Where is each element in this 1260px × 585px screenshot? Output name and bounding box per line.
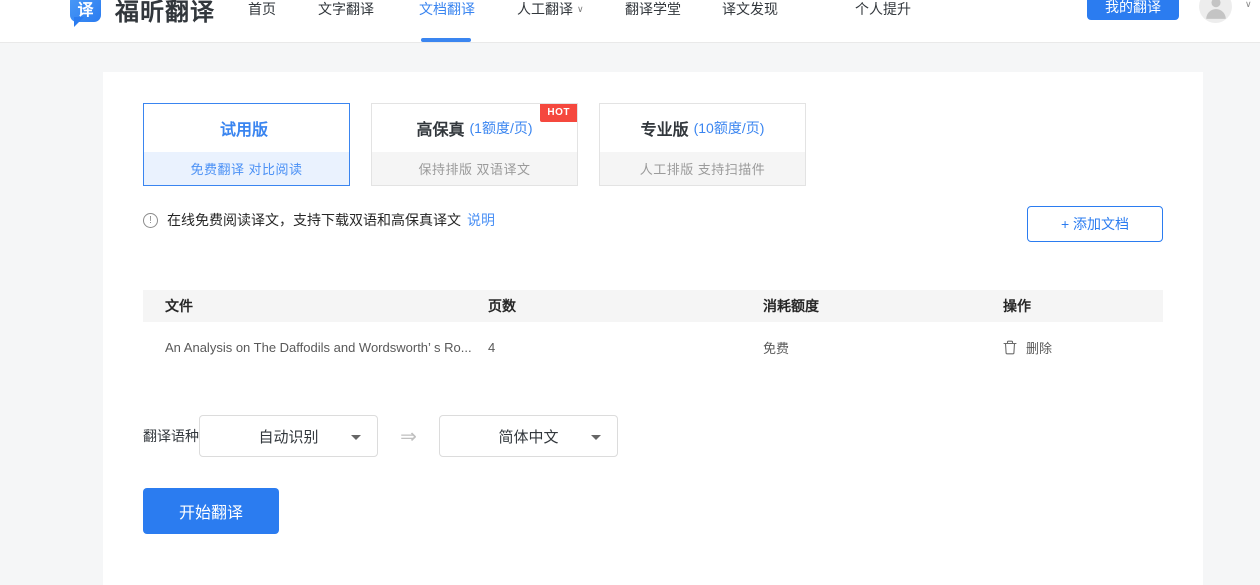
target-language-select[interactable]: 简体中文 — [439, 415, 618, 457]
nav-item-home[interactable]: 首页 — [248, 0, 276, 19]
table-header: 文件 页数 消耗额度 操作 — [143, 290, 1163, 322]
delete-label: 删除 — [1026, 338, 1052, 357]
nav-item-discover[interactable]: 译文发现 — [722, 0, 778, 19]
plan-desc: 保持排版 双语译文 — [372, 152, 577, 185]
plan-title: 专业版(10额度/页) — [600, 104, 805, 152]
plan-price: (10额度/页) — [694, 118, 765, 138]
start-translate-button[interactable]: 开始翻译 — [143, 488, 279, 534]
plan-desc: 免费翻译 对比阅读 — [144, 152, 349, 185]
source-language-value: 自动识别 — [258, 426, 318, 447]
chevron-down-icon — [591, 435, 601, 445]
add-document-button[interactable]: + 添加文档 — [1027, 206, 1163, 242]
trash-icon — [1003, 340, 1017, 355]
col-header-action: 操作 — [1003, 296, 1163, 316]
user-avatar[interactable] — [1199, 0, 1232, 23]
notice-detail-link[interactable]: 说明 — [467, 210, 495, 230]
page-count: 4 — [488, 340, 763, 355]
nav-item-label: 人工翻译 — [517, 1, 573, 17]
account-chevron-down-icon[interactable]: ∨ — [1245, 0, 1252, 10]
nav-item-translate-school[interactable]: 翻译学堂 — [625, 0, 681, 19]
info-icon: ! — [143, 213, 158, 228]
plan-price: (1额度/页) — [470, 118, 533, 138]
language-label: 翻译语种 — [143, 426, 199, 446]
plan-card-professional[interactable]: 专业版(10额度/页) 人工排版 支持扫描件 — [599, 103, 806, 186]
table-row: An Analysis on The Daffodils and Wordswo… — [143, 322, 1163, 372]
plan-card-high-fidelity[interactable]: HOT 高保真 (1额度/页) 保持排版 双语译文 — [371, 103, 578, 186]
notice-text: 在线免费阅读译文，支持下载双语和高保真译文 — [167, 210, 461, 230]
brand-name[interactable]: 福昕翻译 — [115, 0, 215, 27]
file-table: 文件 页数 消耗额度 操作 An Analysis on The Daffodi… — [143, 290, 1163, 372]
delete-action[interactable]: 删除 — [1003, 338, 1163, 357]
nav-item-self-improve[interactable]: 个人提升 — [855, 0, 911, 19]
language-row: 翻译语种 自动识别 ⇒ 简体中文 — [143, 413, 618, 459]
plan-title: 试用版 — [144, 104, 349, 152]
file-name: An Analysis on The Daffodils and Wordswo… — [143, 340, 488, 355]
chevron-down-icon — [351, 435, 361, 445]
plan-title-text: 专业版 — [641, 116, 689, 140]
nav-item-text-translate[interactable]: 文字翻译 — [318, 0, 374, 19]
hot-badge: HOT — [540, 104, 577, 122]
chevron-down-icon: ∨ — [577, 4, 584, 14]
col-header-quota: 消耗额度 — [763, 296, 1003, 316]
top-navbar: 译 福昕翻译 首页 文字翻译 文档翻译 人工翻译 ∨ 翻译学堂 译文发现 个人提升… — [0, 0, 1260, 43]
nav-item-human-translate[interactable]: 人工翻译 ∨ — [517, 0, 584, 19]
logo-char: 译 — [77, 0, 93, 20]
direction-arrow-icon: ⇒ — [378, 424, 439, 449]
person-icon — [1203, 0, 1229, 20]
source-language-select[interactable]: 自动识别 — [199, 415, 378, 457]
plan-title-text: 高保真 — [416, 116, 464, 140]
notice-bar: ! 在线免费阅读译文，支持下载双语和高保真译文 说明 — [143, 210, 495, 230]
my-translations-button[interactable]: 我的翻译 — [1087, 0, 1179, 20]
plan-selector: 试用版 免费翻译 对比阅读 HOT 高保真 (1额度/页) 保持排版 双语译文 专… — [143, 103, 806, 186]
col-header-file: 文件 — [143, 296, 488, 316]
plan-title-text: 试用版 — [220, 116, 268, 140]
plan-card-trial[interactable]: 试用版 免费翻译 对比阅读 — [143, 103, 350, 186]
brand-logo-icon[interactable]: 译 — [70, 0, 101, 22]
quota-value: 免费 — [763, 338, 1003, 357]
active-tab-underline — [421, 38, 471, 42]
plan-desc: 人工排版 支持扫描件 — [600, 152, 805, 185]
col-header-pages: 页数 — [488, 296, 763, 316]
document-translate-panel: 试用版 免费翻译 对比阅读 HOT 高保真 (1额度/页) 保持排版 双语译文 专… — [103, 72, 1203, 585]
target-language-value: 简体中文 — [498, 426, 558, 447]
nav-item-document-translate[interactable]: 文档翻译 — [419, 0, 475, 19]
